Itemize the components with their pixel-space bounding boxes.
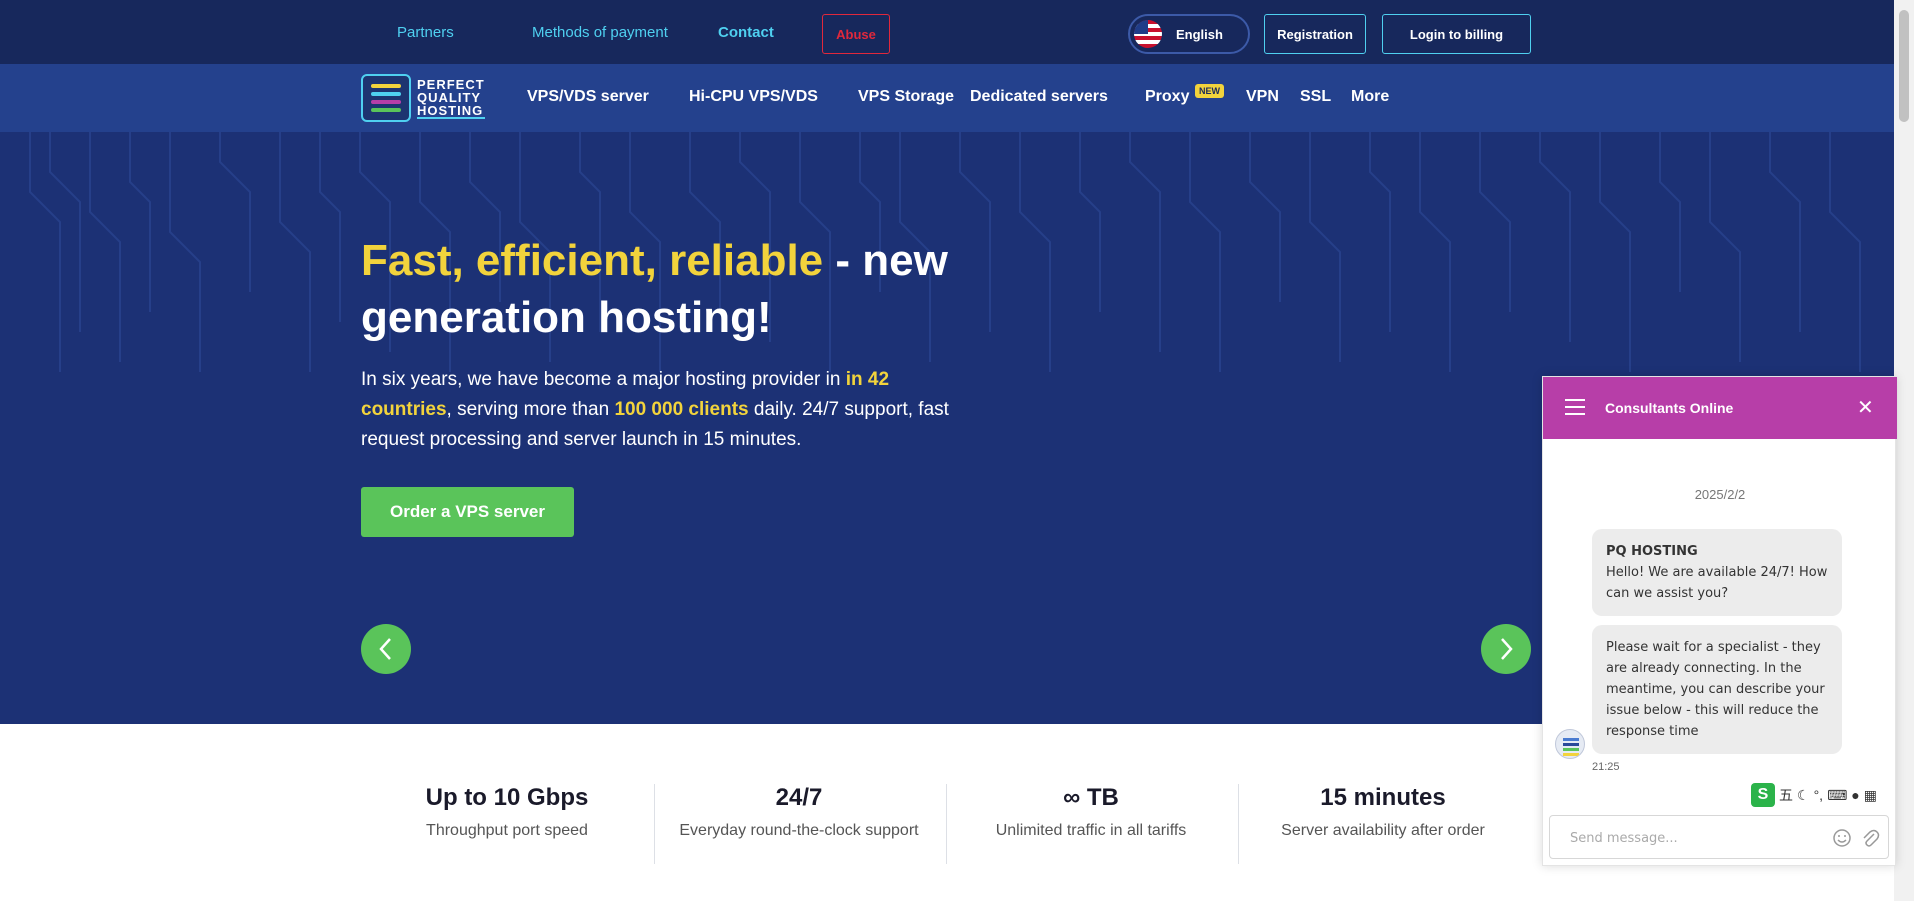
nav-proxy[interactable]: Proxy xyxy=(1145,88,1189,106)
emoji-icon[interactable] xyxy=(1832,828,1852,848)
contact-link[interactable]: Contact xyxy=(718,24,774,41)
stat-value: Up to 10 Gbps xyxy=(425,784,589,811)
top-bar: Partners Methods of payment Contact Abus… xyxy=(0,0,1894,64)
stat-value: 15 minutes xyxy=(1320,784,1446,811)
stat-value: ∞ TB xyxy=(1063,784,1119,811)
nav-vpn[interactable]: VPN xyxy=(1246,88,1279,106)
message-text: Please wait for a specialist - they are … xyxy=(1606,640,1825,739)
chevron-right-icon xyxy=(1501,638,1513,660)
ime-logo-icon[interactable]: S xyxy=(1751,783,1775,807)
punctuation-icon[interactable]: °, xyxy=(1814,787,1824,803)
page-scrollbar[interactable] xyxy=(1894,0,1914,901)
registration-button[interactable]: Registration xyxy=(1264,14,1366,54)
avatar xyxy=(1555,729,1585,759)
language-label: English xyxy=(1176,26,1223,42)
user-icon[interactable]: ● xyxy=(1851,787,1859,803)
nav-more[interactable]: More xyxy=(1351,88,1389,106)
stat-label: Server availability after order xyxy=(1281,822,1485,839)
nav-vps-vds-server[interactable]: VPS/VDS server xyxy=(527,88,649,106)
partners-link[interactable]: Partners xyxy=(397,24,454,41)
attach-icon[interactable] xyxy=(1860,828,1880,848)
page: Partners Methods of payment Contact Abus… xyxy=(0,0,1914,901)
hero-description: In six years, we have become a major hos… xyxy=(361,369,949,450)
chat-message: PQ HOSTING Hello! We are available 24/7!… xyxy=(1592,529,1842,616)
stat-label: Throughput port speed xyxy=(426,822,588,839)
message-input[interactable] xyxy=(1570,828,1820,848)
chat-title: Consultants Online xyxy=(1605,400,1734,416)
slider-prev-button[interactable] xyxy=(361,624,411,674)
new-badge: NEW xyxy=(1195,84,1224,98)
stat-label: Everyday round-the-clock support xyxy=(679,822,919,839)
nav-hi-cpu-vps-vds[interactable]: Hi-CPU VPS/VDS xyxy=(689,88,818,106)
nav-dedicated-servers[interactable]: Dedicated servers xyxy=(970,88,1108,106)
login-to-billing-button[interactable]: Login to billing xyxy=(1382,14,1531,54)
chat-message: Please wait for a specialist - they are … xyxy=(1592,625,1842,754)
stat-traffic: ∞ TB Unlimited traffic in all tariffs xyxy=(946,784,1236,840)
logo-text: PERFECT QUALITY HOSTING xyxy=(417,76,485,119)
menu-icon[interactable] xyxy=(1565,399,1585,415)
stat-value: 24/7 xyxy=(775,784,823,811)
message-time: 21:25 xyxy=(1592,761,1620,773)
keyboard-icon[interactable]: ⌨ xyxy=(1827,787,1847,804)
nav-ssl[interactable]: SSL xyxy=(1300,88,1331,106)
nav-vps-storage[interactable]: VPS Storage xyxy=(858,88,954,106)
close-icon[interactable]: ✕ xyxy=(1857,395,1874,420)
stat-label: Unlimited traffic in all tariffs xyxy=(995,822,1187,839)
language-selector[interactable]: English xyxy=(1128,14,1250,54)
main-navigation: PERFECT QUALITY HOSTING VPS/VDS server H… xyxy=(0,64,1894,132)
chat-header: Consultants Online ✕ xyxy=(1543,377,1897,439)
chat-widget: Consultants Online ✕ 2025/2/2 PQ HOSTING… xyxy=(1542,376,1897,866)
chat-date: 2025/2/2 xyxy=(1694,487,1746,502)
methods-of-payment-link[interactable]: Methods of payment xyxy=(532,24,668,41)
ime-toolbar[interactable]: S 五 ☾ °, ⌨ ● ▦ xyxy=(1751,783,1897,807)
message-text: Hello! We are available 24/7! How can we… xyxy=(1606,565,1828,601)
scrollbar-thumb[interactable] xyxy=(1899,10,1909,122)
stat-availability: 15 minutes Server availability after ord… xyxy=(1238,784,1528,840)
chevron-left-icon xyxy=(379,638,391,660)
chat-input-box xyxy=(1549,815,1889,859)
stat-support: 24/7 Everyday round-the-clock support xyxy=(654,784,944,840)
slider-next-button[interactable] xyxy=(1481,624,1531,674)
stat-port-speed: Up to 10 Gbps Throughput port speed xyxy=(362,784,652,840)
ime-mode-icon[interactable]: 五 xyxy=(1779,785,1793,805)
logo-icon xyxy=(361,74,411,122)
grid-icon[interactable]: ▦ xyxy=(1864,787,1877,804)
us-flag-icon xyxy=(1134,20,1162,48)
logo[interactable]: PERFECT QUALITY HOSTING xyxy=(361,74,505,122)
order-vps-button[interactable]: Order a VPS server xyxy=(361,487,574,537)
abuse-button[interactable]: Abuse xyxy=(822,14,890,54)
message-sender: PQ HOSTING xyxy=(1606,544,1698,559)
moon-icon[interactable]: ☾ xyxy=(1797,787,1810,804)
hero-title: Fast, efficient, reliable - new generati… xyxy=(361,236,948,342)
